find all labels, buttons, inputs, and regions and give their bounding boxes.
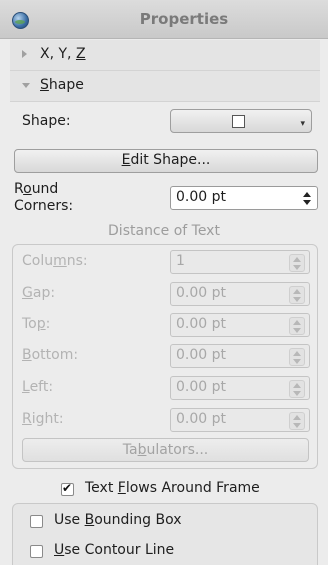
use-contour-line-checkbox[interactable] [30,545,43,558]
edit-shape-label: Edit Shape... [121,152,211,168]
columns-spinbox[interactable]: 1 [170,250,310,274]
top-value: 0.00 pt [176,316,226,332]
use-contour-line-label: Use Contour Line [54,542,175,558]
spin-arrows-icon [289,317,305,335]
shape-dropdown[interactable]: ▾ [170,109,312,133]
gap-label: Gap: [22,285,56,301]
section-xyz-label: X, Y, Z [40,46,86,62]
spin-arrows-icon [289,380,305,398]
expand-arrow-icon [22,50,27,58]
bottom-spinbox[interactable]: 0.00 pt [170,344,310,368]
text-flows-checkbox[interactable] [61,481,74,496]
section-xyz[interactable]: X, Y, Z [10,40,320,71]
columns-label: Columns: [22,253,88,269]
section-shape-label: Shape [40,77,84,93]
gap-value: 0.00 pt [176,285,226,301]
spin-arrows-icon [289,286,305,304]
top-spinbox[interactable]: 0.00 pt [170,313,310,337]
left-label: Left: [22,379,54,395]
dropdown-caret-icon: ▾ [300,119,305,129]
round-corners-spinbox[interactable]: 0.00 pt [170,186,318,210]
edit-shape-button[interactable]: Edit Shape... [14,149,318,173]
collapse-arrow-icon [22,83,30,88]
spin-arrows-icon[interactable] [302,190,313,206]
bottom-value: 0.00 pt [176,347,226,363]
left-spinbox[interactable]: 0.00 pt [170,376,310,400]
round-corners-label: Round Corners: [14,181,74,214]
left-value: 0.00 pt [176,379,226,395]
top-label: Top: [22,316,51,332]
spin-arrows-icon [289,348,305,366]
bottom-label: Bottom: [22,347,79,363]
distance-of-text-title: Distance of Text [108,223,220,239]
use-bounding-box-label: Use Bounding Box [54,512,182,528]
square-shape-icon [232,115,245,128]
title-bar: Properties [0,0,328,39]
round-corners-value: 0.00 pt [176,189,226,205]
shape-label: Shape: [22,113,71,129]
use-bounding-box-checkbox[interactable] [30,515,43,528]
columns-value: 1 [176,253,185,269]
right-label: Right: [22,411,64,427]
tabulators-button[interactable]: Tabulators... [22,438,309,462]
right-spinbox[interactable]: 0.00 pt [170,408,310,432]
properties-panel: Properties X, Y, Z Shape Shape: ▾ Edit S… [0,0,328,565]
spin-arrows-icon [289,412,305,430]
panel-title: Properties [139,10,229,28]
text-flows-label: Text Flows Around Frame [85,480,260,496]
section-shape[interactable]: Shape [10,71,320,102]
right-value: 0.00 pt [176,411,226,427]
spin-arrows-icon [289,254,305,272]
gap-spinbox[interactable]: 0.00 pt [170,282,310,306]
